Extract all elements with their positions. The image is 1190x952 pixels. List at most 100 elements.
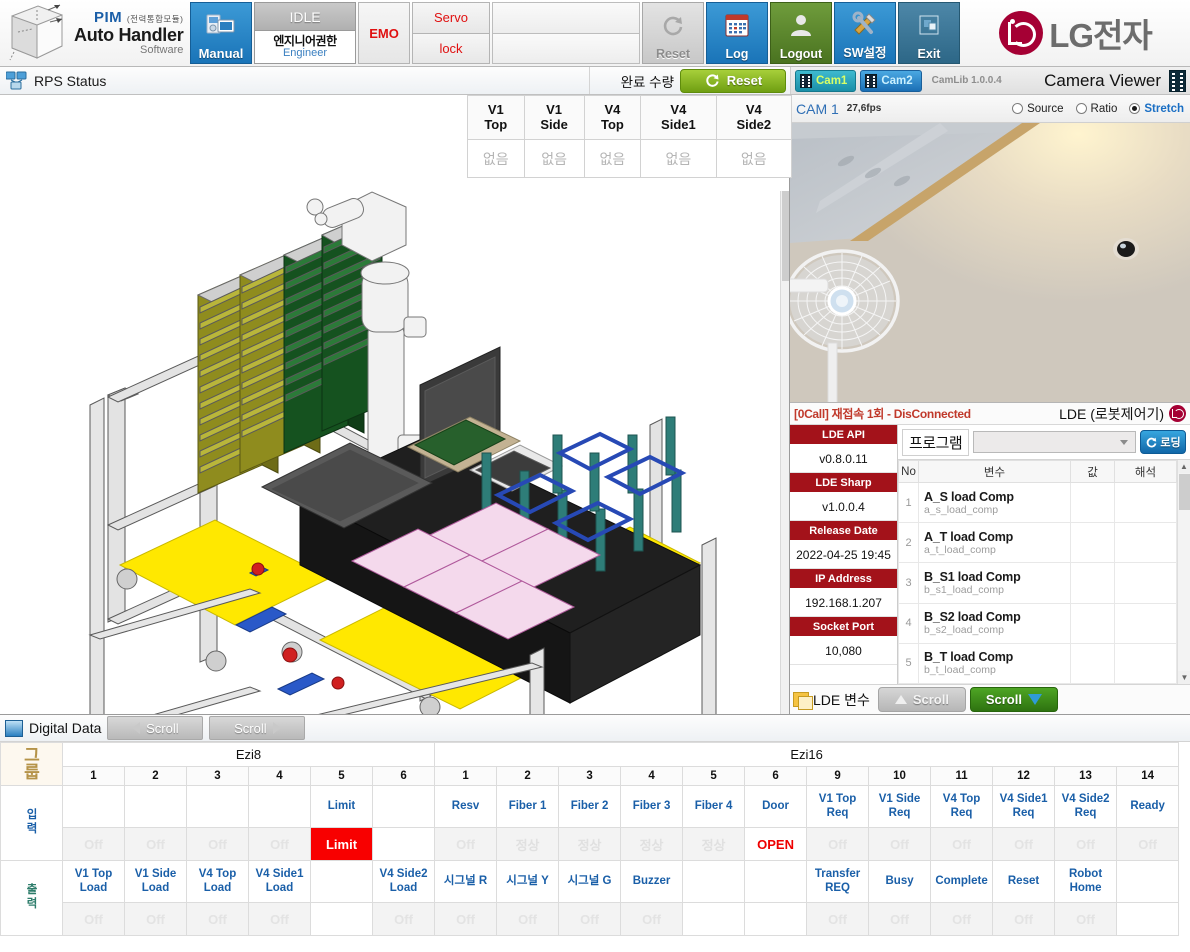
logout-button-label: Logout (779, 47, 823, 61)
scroll-right-button[interactable]: Scroll (209, 716, 306, 740)
digital-data-title: Digital Data (29, 720, 102, 736)
tab-cam2[interactable]: Cam2 (860, 69, 922, 92)
var-header-row: No 변수 값 해석 (898, 460, 1177, 484)
var-no: 1 (898, 482, 919, 524)
in-val-e16-13: Off (1054, 827, 1118, 861)
refresh-icon (660, 3, 686, 47)
reset-button[interactable]: Reset (642, 2, 704, 64)
sw-settings-button-label: SW설정 (843, 46, 887, 60)
in-lbl-e8-2 (124, 785, 187, 828)
rps-status-title: RPS Status (34, 72, 107, 89)
col-num-e16-5: 5 (682, 766, 746, 786)
load-program-button[interactable]: 로딩 (1140, 430, 1186, 454)
out-val-e16-1: Off (434, 902, 498, 936)
var-name: B_S1 load Comp b_s1_load_comp (918, 562, 1071, 604)
vision-val-v1side: 없음 (523, 139, 585, 178)
in-lbl-e16-12: V4 Side1 Req (992, 785, 1056, 828)
vision-val-v1top: 없음 (467, 139, 525, 178)
vision-table-value-row: 없음 없음 없음 없음 없음 (467, 139, 793, 178)
var-col-no: No (898, 460, 919, 484)
col-num-e8-3: 3 (186, 766, 249, 786)
column-number-row: 1 2 3 4 5 6 1 2 3 4 5 6 9 10 11 12 13 14 (1, 766, 1190, 786)
radio-stretch[interactable]: Stretch (1129, 103, 1184, 115)
machine-status-block[interactable]: IDLE 엔지니어권한 Engineer (254, 2, 356, 64)
lg-logo-icon (1169, 405, 1186, 422)
out-lbl-e16-14 (1116, 860, 1180, 903)
radio-source[interactable]: Source (1012, 102, 1064, 115)
camera-name: CAM 1 (796, 100, 839, 117)
lde-header: [0Call] 재접속 1회 - DisConnected LDE (로봇제어기… (790, 403, 1190, 425)
sw-settings-button[interactable]: SW설정 (834, 2, 896, 64)
servo-status-block[interactable]: Servo lock (412, 2, 490, 64)
machine-view-scrollbar[interactable] (780, 191, 789, 714)
out-val-e16-2: Off (496, 902, 560, 936)
var-no: 4 (898, 602, 919, 644)
in-lbl-e8-4 (248, 785, 311, 828)
tools-icon (851, 3, 879, 42)
var-title: B_T load Comp (924, 650, 1014, 665)
lde-ip-label: IP Address (790, 569, 897, 589)
qty-reset-button[interactable]: Reset (680, 68, 786, 93)
var-value[interactable] (1070, 602, 1115, 644)
machine-view-pane[interactable]: V1 Top V1 Side V4 Top V4 Side1 V4 Side2 없음 없음… (0, 95, 793, 714)
arrow-left-icon (132, 722, 141, 734)
logo-pim-kr: (전력통합모듈) (126, 13, 184, 24)
scroll-down-icon[interactable]: ▼ (1178, 671, 1190, 684)
output-row-header: 출 력 (0, 860, 63, 936)
refresh-icon (706, 74, 719, 87)
vision-val-v4side1: 없음 (640, 139, 717, 178)
scroll-up-button[interactable]: Scroll (877, 687, 966, 712)
col-num-e8-6: 6 (371, 766, 436, 786)
table-row: 3 B_S1 load Comp b_s1_load_comp (898, 562, 1177, 604)
var-title: A_T load Comp (924, 529, 1014, 544)
scrollbar-thumb[interactable] (1179, 474, 1190, 510)
auth-level: 엔지니어권한 Engineer (254, 31, 356, 64)
exit-button[interactable]: Exit (898, 2, 960, 64)
radio-source-label: Source (1027, 102, 1064, 115)
scroll-down-button[interactable]: Scroll (969, 687, 1058, 712)
col-num-e16-10: 10 (868, 766, 932, 786)
tab-cam1[interactable]: Cam1 (795, 69, 857, 92)
radio-ratio[interactable]: Ratio (1075, 103, 1117, 115)
camera-video-feed[interactable] (790, 123, 1190, 403)
vision-col-v1top: V1 Top (467, 95, 525, 140)
out-lbl-e16-12: Reset (992, 860, 1056, 903)
camera-lde-pane: CAM 1 27,6fps Source Ratio Stretch [0Cal… (790, 95, 1190, 714)
out-lbl-e16-5 (682, 860, 746, 903)
in-val-e16-11: Off (930, 827, 994, 861)
in-lbl-e16-2: Fiber 1 (496, 785, 560, 828)
film-icon (1169, 69, 1186, 92)
group-header-row: 그 룹 Ezi8 Ezi16 (0, 742, 1190, 936)
log-button[interactable]: Log (706, 2, 768, 64)
manual-button[interactable]: Manual (190, 2, 252, 64)
var-name: B_T load Comp b_t_load_comp (918, 642, 1071, 684)
logout-button[interactable]: Logout (770, 2, 832, 64)
out-val-e16-11: Off (930, 902, 994, 936)
col-num-e16-1: 1 (434, 766, 498, 786)
out-lbl-e16-10: Busy (868, 860, 932, 903)
camera-image (790, 123, 1190, 402)
main-area: V1 Top V1 Side V4 Top V4 Side1 V4 Side2 없음 없음… (0, 95, 1190, 714)
var-value[interactable] (1070, 642, 1115, 684)
machine-3d-render[interactable] (0, 95, 789, 714)
variable-table-scrollbar[interactable]: ▲ ▼ (1177, 460, 1190, 684)
scroll-up-icon[interactable]: ▲ (1178, 460, 1190, 473)
status-bar: RPS Status 완료 수량 Reset Cam1 Cam2 CamLib … (0, 67, 1190, 95)
manual-icon (206, 3, 236, 46)
output-label-ch1: 출 (26, 884, 38, 897)
scroll-left-button[interactable]: Scroll (107, 716, 204, 740)
emo-indicator[interactable]: EMO (358, 2, 410, 64)
out-val-e16-5 (682, 902, 746, 936)
app-header: PIM (전력통합모듈) Auto Handler Software Manua… (0, 0, 1190, 67)
program-select[interactable] (973, 431, 1136, 453)
cube-icon (9, 4, 63, 61)
var-value[interactable] (1070, 482, 1115, 524)
in-val-e8-5: Limit (310, 827, 373, 861)
var-name: B_S2 load Comp b_s2_load_comp (918, 602, 1071, 644)
var-value[interactable] (1070, 562, 1115, 604)
header-blank-top (492, 2, 640, 34)
in-lbl-e16-13: V4 Side2 Req (1054, 785, 1118, 828)
var-value[interactable] (1070, 522, 1115, 564)
in-val-e8-6 (371, 827, 436, 861)
logo-subtitle: Software (139, 43, 184, 56)
